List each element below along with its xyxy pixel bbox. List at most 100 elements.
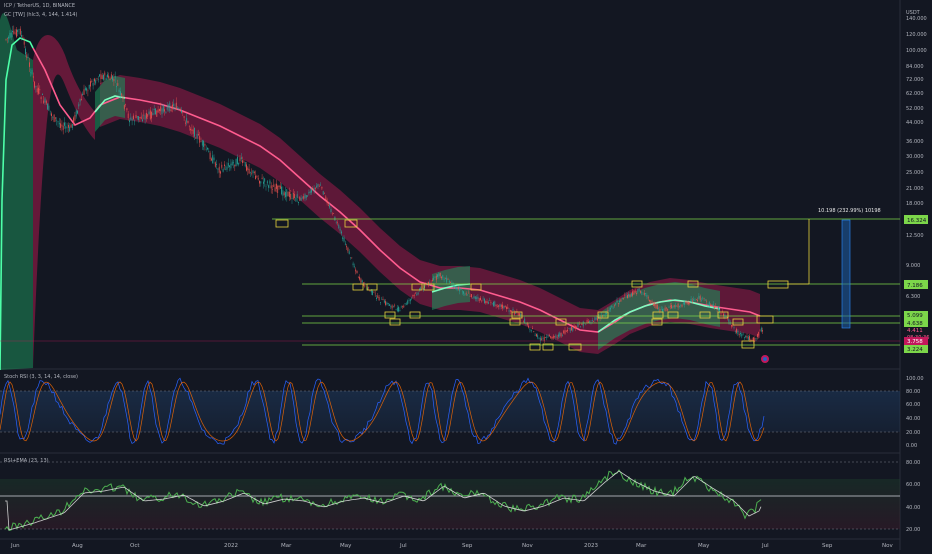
- candle-body: [173, 103, 175, 107]
- candle-body: [133, 115, 134, 120]
- candle-body: [560, 332, 562, 337]
- rsi-ema-pane[interactable]: [0, 461, 900, 531]
- candle-body: [733, 327, 735, 328]
- price-tick-label: 9.000: [906, 263, 920, 269]
- candle-body: [744, 337, 745, 338]
- candle-body: [200, 141, 202, 142]
- candle-body: [718, 306, 719, 311]
- candle-body: [142, 119, 143, 122]
- price-axis[interactable]: 140.000 120.000 100.000 84.000 72.000 62.000 5…: [906, 16, 927, 300]
- candle-body: [75, 110, 77, 117]
- candle-body: [261, 177, 263, 179]
- candle-body: [51, 113, 52, 117]
- candle-body: [715, 305, 717, 307]
- candle-body: [628, 293, 630, 297]
- candle-body: [734, 331, 736, 332]
- candle-body: [441, 276, 442, 279]
- candle-body: [238, 162, 240, 165]
- candle-body: [712, 303, 714, 306]
- candle-body: [52, 117, 54, 119]
- candle-body: [248, 168, 250, 174]
- candle-body: [486, 301, 488, 304]
- candle-body: [251, 173, 253, 174]
- candle-body: [750, 339, 752, 341]
- candle-body: [641, 292, 643, 293]
- candle-body: [755, 338, 757, 339]
- time-axis[interactable]: Jun Aug Oct 2022 Mar May Jul Sep Nov 2023 Mar May Ju…: [10, 543, 893, 549]
- candle-body: [478, 298, 480, 302]
- candle-body: [159, 109, 160, 112]
- candle-body: [463, 291, 464, 294]
- candle-body: [412, 295, 414, 297]
- candle-body: [565, 330, 567, 332]
- candle-body: [686, 301, 688, 305]
- stoch-tick-label: 20.00: [906, 430, 920, 436]
- candle-body: [422, 289, 424, 291]
- candle-body: [335, 222, 337, 223]
- candle-body: [638, 288, 640, 291]
- bottom-tag-text: 3.224: [907, 347, 923, 353]
- candle-body: [185, 122, 186, 124]
- candle-body: [636, 293, 637, 295]
- candle-body: [699, 296, 701, 301]
- candle-body: [386, 302, 388, 305]
- candle-body: [498, 305, 500, 307]
- chart-stage: 10.198 (232.99%) 10198 140.000 120.000 100…: [0, 0, 932, 550]
- candle-body: [572, 327, 574, 331]
- candle-body: [218, 166, 220, 173]
- candle-body: [446, 277, 448, 283]
- candle-body: [677, 303, 679, 308]
- candle-body: [302, 196, 303, 198]
- candle-body: [168, 105, 169, 107]
- price-tick-label: 36.000: [906, 139, 924, 145]
- axis-unit: USDT: [906, 10, 921, 16]
- stoch-title[interactable]: Stoch RSI (3, 3, 14, 14, close): [4, 374, 78, 380]
- candle-body: [357, 276, 359, 278]
- candle-body: [642, 294, 644, 295]
- candle-body: [105, 78, 107, 80]
- candle-body: [536, 334, 537, 337]
- candle-body: [434, 276, 436, 278]
- time-tick-label: Aug: [72, 543, 83, 549]
- rsi-title[interactable]: RSI+EMA (23, 13): [4, 458, 49, 464]
- candle-body: [144, 115, 146, 120]
- candle-body: [385, 301, 386, 305]
- candle-body: [213, 157, 215, 161]
- candle-body: [298, 201, 299, 203]
- price-pane[interactable]: 10.198 (232.99%) 10198: [0, 13, 900, 371]
- candle-body: [172, 104, 173, 108]
- candle-body: [659, 309, 661, 312]
- candle-body: [143, 114, 145, 116]
- candle-body: [300, 197, 302, 201]
- candle-body: [720, 313, 722, 314]
- candle-body: [595, 317, 597, 320]
- candle-body: [270, 185, 272, 189]
- candle-body: [38, 87, 39, 94]
- candle-body: [87, 90, 89, 92]
- candle-body: [199, 136, 201, 143]
- candle-body: [643, 292, 645, 295]
- candle-body: [130, 117, 132, 120]
- candle-body: [461, 291, 463, 293]
- candle-body: [18, 29, 20, 30]
- candle-body: [342, 237, 344, 240]
- candle-body: [101, 75, 103, 80]
- candle-body: [30, 72, 32, 74]
- candle-body: [575, 325, 576, 329]
- candle-body: [472, 297, 474, 299]
- candle-body: [149, 110, 151, 120]
- candle-body: [282, 190, 284, 196]
- candle-body: [543, 336, 545, 342]
- indicator-title[interactable]: GC [TW] (hlc3, 4, 144, 1.414): [4, 12, 77, 18]
- candle-body: [114, 76, 116, 78]
- candle-body: [435, 275, 437, 280]
- candle-body: [117, 83, 119, 86]
- candle-body: [339, 228, 341, 231]
- stoch-rsi-pane[interactable]: [0, 377, 900, 445]
- candle-body: [757, 334, 758, 337]
- candle-body: [328, 204, 329, 206]
- candle-body: [464, 294, 466, 295]
- symbol-title[interactable]: ICP / TetherUS, 1D, BINANCE: [4, 3, 75, 9]
- chart-canvas[interactable]: 10.198 (232.99%) 10198 140.000 120.000 100…: [0, 0, 932, 550]
- candle-body: [594, 317, 596, 321]
